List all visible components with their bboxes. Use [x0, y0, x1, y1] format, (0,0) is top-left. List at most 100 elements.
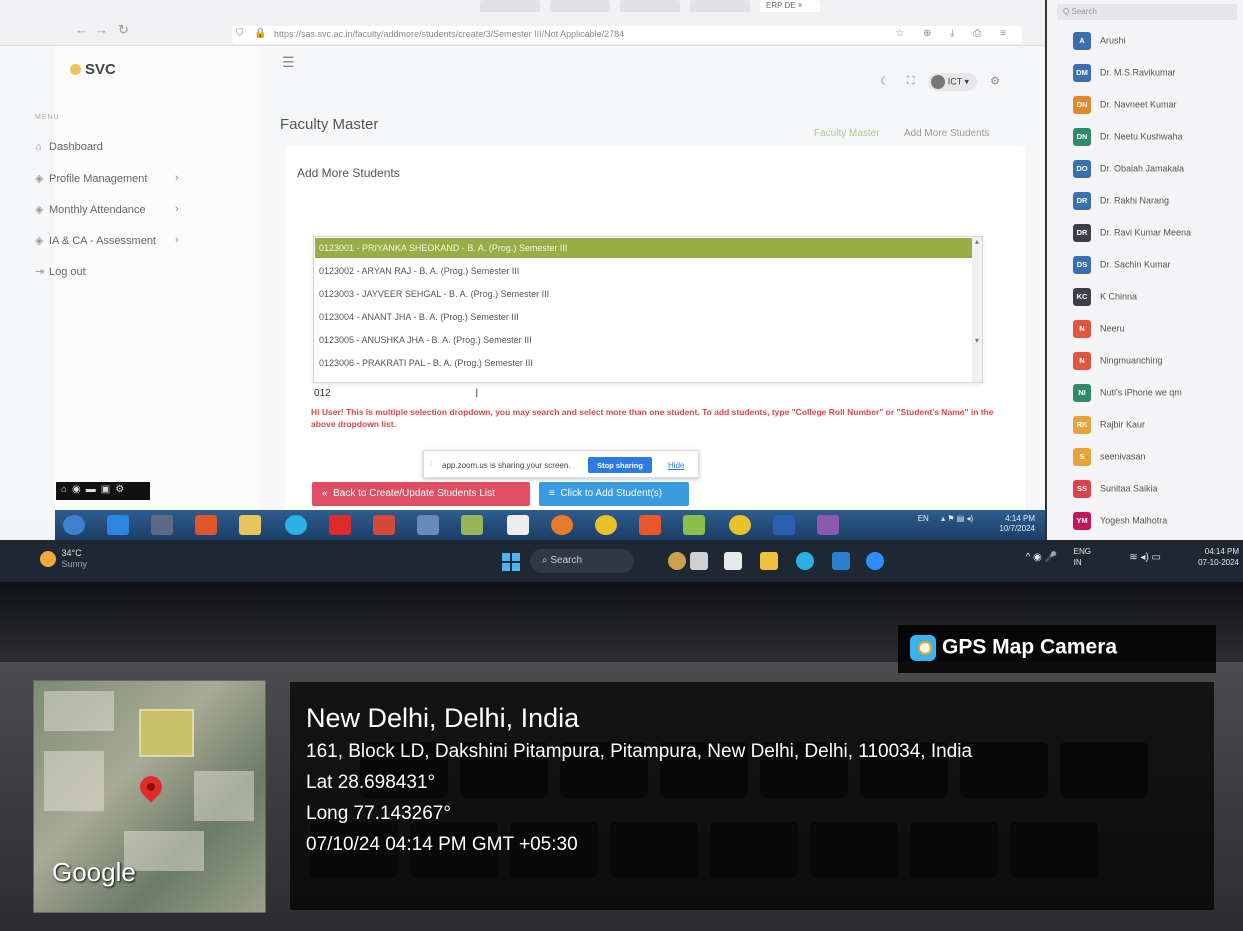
app-icon[interactable]: [417, 515, 439, 535]
participant-name: Dr. M.S.Ravikumar: [1100, 67, 1176, 78]
participant-row[interactable]: KC K Chinna: [1073, 288, 1243, 308]
edge-icon[interactable]: [796, 552, 814, 570]
forward-arrow-icon[interactable]: →: [95, 22, 108, 37]
wifi-sound-battery-icons[interactable]: ≋ ◂) ▭: [1129, 552, 1161, 563]
browser-tab[interactable]: [620, 0, 680, 12]
participant-row[interactable]: DR Dr. Rakhi Narang: [1073, 192, 1243, 212]
browser-tab[interactable]: [550, 0, 610, 12]
drag-handle-icon[interactable]: ⁞: [430, 459, 432, 468]
camera-toolbar[interactable]: ⌂◉▬▣⚙: [56, 482, 150, 500]
amazon-icon[interactable]: [507, 515, 529, 535]
home-icon: ⌂: [35, 141, 42, 153]
weather-widget[interactable]: 34°C Sunny: [40, 548, 87, 570]
dropdown-option[interactable]: 0123004 - ANANT JHA - B. A. (Prog.) Seme…: [315, 307, 979, 327]
participant-row[interactable]: DN Dr. Navneet Kumar: [1073, 96, 1243, 116]
reload-icon[interactable]: ↻: [118, 22, 129, 38]
windows-search[interactable]: ⌕ Search: [530, 549, 634, 573]
app-icon[interactable]: [683, 515, 705, 535]
chevron-right-icon: ›: [175, 203, 179, 215]
tray-time: 4:14 PM: [1005, 514, 1035, 523]
stop-sharing-button[interactable]: Stop sharing: [588, 457, 652, 473]
participant-name: Nuti's iPhone we qm: [1100, 387, 1182, 398]
sidebar-item[interactable]: ◈ Monthly Attendance ›: [35, 203, 179, 216]
app-icon[interactable]: [724, 552, 742, 570]
browser-tab[interactable]: [690, 0, 750, 12]
participant-row[interactable]: DM Dr. M.S.Ravikumar: [1073, 64, 1243, 84]
participant-name: Dr. Obaiah Jamakala: [1100, 163, 1185, 174]
participant-row[interactable]: Sseenivasan: [1073, 448, 1243, 468]
lang-code: ENG: [1073, 547, 1091, 556]
settings-gear-icon[interactable]: ⚙: [990, 75, 1000, 87]
address-bar[interactable]: ⛉ 🔒 https://sas.svc.ac.in/faculty/addmor…: [232, 26, 1022, 44]
office-icon[interactable]: [195, 515, 217, 535]
app-icon[interactable]: [151, 515, 173, 535]
ie-icon[interactable]: [107, 515, 129, 535]
toolbar-icons[interactable]: ☆ ⊕ ⤓ ⎙ ≡: [895, 28, 1014, 39]
app-icon[interactable]: [817, 515, 839, 535]
app-icon[interactable]: [690, 552, 708, 570]
participant-avatar: DN: [1073, 128, 1091, 146]
sidebar-item[interactable]: ⌂ Dashboard: [35, 141, 103, 153]
student-search-input[interactable]: 012: [314, 388, 331, 399]
participant-row[interactable]: RK Rajbir Kaur: [1073, 416, 1243, 436]
student-dropdown-list[interactable]: 0123001 - PRIYANKA SHEOKAND - B. A. (Pro…: [313, 236, 983, 383]
dropdown-option[interactable]: 0123003 - JAYVEER SEHGAL - B. A. (Prog.)…: [315, 284, 979, 304]
participant-row[interactable]: N Ningmuanching: [1073, 352, 1243, 372]
back-to-list-button[interactable]: « Back to Create/Update Students List: [312, 482, 530, 506]
gps-app-badge: GPS Map Camera: [898, 625, 1216, 673]
back-arrow-icon[interactable]: ←: [75, 22, 88, 37]
folder-icon[interactable]: [239, 515, 261, 535]
participant-row[interactable]: DN Dr. Neetu Kushwaha: [1073, 128, 1243, 148]
dropdown-option[interactable]: 0123006 - PRAKRATI PAL - B. A. (Prog.) S…: [315, 353, 979, 373]
sidebar-item[interactable]: ⇥ Log out: [35, 265, 86, 278]
hamburger-icon[interactable]: ☰: [282, 54, 295, 71]
card-title: Add More Students: [297, 166, 400, 180]
sidebar-item-label: Profile Management: [49, 173, 148, 185]
participant-search[interactable]: Q Search: [1057, 4, 1237, 20]
xampp-icon[interactable]: [639, 515, 661, 535]
gmail-icon[interactable]: [373, 515, 395, 535]
participant-row[interactable]: NI Nuti's iPhone we qm: [1073, 384, 1243, 404]
clock[interactable]: 04:14 PM 07-10-2024: [1169, 546, 1239, 568]
participant-row[interactable]: N Neeru: [1073, 320, 1243, 340]
language-indicator[interactable]: ENG IN: [1074, 546, 1091, 568]
tray-icons[interactable]: ^ ◉ 🎤: [1026, 552, 1057, 563]
app-icon[interactable]: [668, 552, 686, 570]
participant-row[interactable]: DS Dr. Sachin Kumar: [1073, 256, 1243, 276]
sidebar-item[interactable]: ◈ Profile Management ›: [35, 172, 179, 185]
dropdown-option[interactable]: 0123001 - PRIYANKA SHEOKAND - B. A. (Pro…: [315, 238, 979, 258]
sun-icon: [40, 551, 56, 567]
chrome-icon[interactable]: [729, 515, 751, 535]
word-icon[interactable]: [773, 515, 795, 535]
participant-row[interactable]: A Arushi: [1073, 32, 1243, 52]
youtube-icon[interactable]: [329, 515, 351, 535]
dropdown-option[interactable]: 0123005 - ANUSHKA JHA - B. A. (Prog.) Se…: [315, 330, 979, 350]
dropdown-scrollbar[interactable]: ▴ ▾: [972, 237, 982, 382]
browser-tab[interactable]: [480, 0, 540, 12]
hide-link[interactable]: Hide: [668, 461, 684, 470]
participant-row[interactable]: DR Dr. Ravi Kumar Meena: [1073, 224, 1243, 244]
zoom-icon[interactable]: [866, 552, 884, 570]
dropdown-option[interactable]: 0123002 - ARYAN RAJ - B. A. (Prog.) Seme…: [315, 261, 979, 281]
breadcrumb-item[interactable]: Faculty Master: [814, 128, 880, 139]
app-icon[interactable]: [461, 515, 483, 535]
browser-tab-active[interactable]: ERP DE ×: [760, 0, 820, 12]
start-orb-icon[interactable]: [63, 515, 85, 535]
fullscreen-icon[interactable]: ⛶: [907, 75, 915, 87]
add-students-button[interactable]: ≡ Click to Add Student(s): [539, 482, 689, 506]
app-icon[interactable]: [595, 515, 617, 535]
participant-row[interactable]: SS Sunitaa Saikia: [1073, 480, 1243, 500]
participant-avatar: KC: [1073, 288, 1091, 306]
sidebar-item[interactable]: ◈ IA & CA - Assessment ›: [35, 234, 179, 247]
edge-icon[interactable]: [285, 515, 307, 535]
file-explorer-icon[interactable]: [760, 552, 778, 570]
participant-row[interactable]: YM Yogesh Malhotra: [1073, 512, 1243, 532]
participant-row[interactable]: DO Dr. Obaiah Jamakala: [1073, 160, 1243, 180]
participant-name: Dr. Ravi Kumar Meena: [1100, 227, 1192, 238]
moon-icon[interactable]: ☾: [880, 75, 890, 87]
store-icon[interactable]: [832, 552, 850, 570]
user-menu[interactable]: ICT ▾: [927, 73, 978, 91]
firefox-icon[interactable]: [551, 515, 573, 535]
tray-icons[interactable]: ▴ ⚑ ▤ ◂): [941, 514, 973, 523]
windows-start-icon[interactable]: [502, 553, 520, 571]
